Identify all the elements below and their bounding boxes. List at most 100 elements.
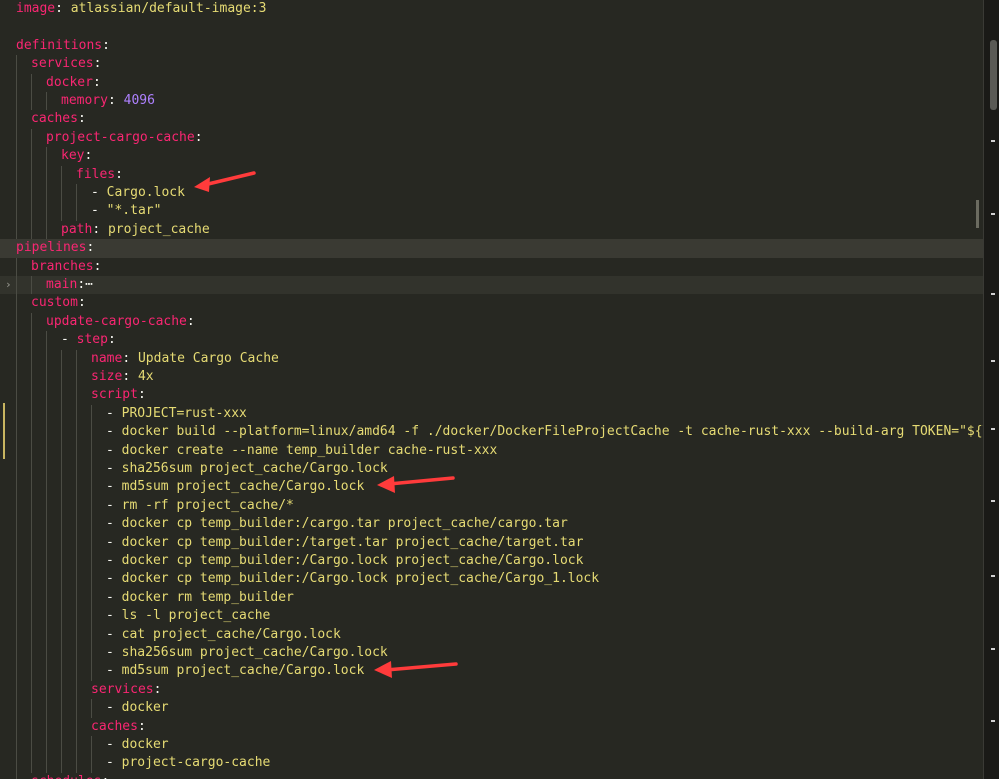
code-line[interactable]: - step: <box>0 331 984 349</box>
code-line[interactable]: path: project_cache <box>0 221 984 239</box>
code-token: - <box>106 645 122 660</box>
code-token: caches <box>31 111 78 127</box>
code-line[interactable]: definitions: <box>0 37 984 55</box>
scroll-marker <box>976 200 979 228</box>
code-token: services <box>31 56 94 72</box>
code-text: - ls -l project_cache <box>106 607 270 625</box>
code-line[interactable]: files: <box>0 166 984 184</box>
code-line[interactable]: pipelines: <box>0 239 984 258</box>
code-line[interactable]: - sha256sum project_cache/Cargo.lock <box>0 644 984 662</box>
code-token: image <box>16 1 56 16</box>
code-line[interactable]: - sha256sum project_cache/Cargo.lock <box>0 460 984 478</box>
indent-guide <box>76 349 77 773</box>
code-line[interactable]: - md5sum project_cache/Cargo.lock <box>0 662 984 680</box>
code-token: : <box>115 166 123 182</box>
code-token: PROJECT=rust-xxx <box>121 405 247 421</box>
indent-guide <box>91 736 92 773</box>
code-token: path <box>61 221 93 237</box>
code-line[interactable]: schedules: <box>0 773 984 779</box>
code-text: path: project_cache <box>61 221 210 239</box>
code-line[interactable]: script: <box>0 386 984 404</box>
indent-guide <box>31 128 32 240</box>
code-token: caches <box>91 718 138 734</box>
code-line[interactable]: - rm -rf project_cache/* <box>0 497 984 515</box>
code-text: update-cargo-cache: <box>46 313 195 331</box>
code-token: "*.tar" <box>106 203 162 219</box>
code-line[interactable]: name: Update Cargo Cache <box>0 350 984 368</box>
code-line[interactable]: - docker rm temp_builder <box>0 589 984 607</box>
code-line[interactable] <box>0 18 984 36</box>
code-text: - docker rm temp_builder <box>106 589 294 607</box>
code-text: - docker cp temp_builder:/Cargo.lock pro… <box>106 552 583 570</box>
code-line[interactable]: - docker cp temp_builder:/target.tar pro… <box>0 534 984 552</box>
code-line[interactable]: - ls -l project_cache <box>0 607 984 625</box>
code-line[interactable]: update-cargo-cache: <box>0 313 984 331</box>
code-line[interactable]: docker: <box>0 74 984 92</box>
code-token: sha256sum project_cache/Cargo.lock <box>121 645 388 660</box>
code-token: docker cp temp_builder:/Cargo.lock proje… <box>121 571 600 587</box>
code-line[interactable]: › main:⋯ <box>0 276 984 295</box>
code-line[interactable]: branches: <box>0 258 984 276</box>
code-line[interactable]: size: 4x <box>0 368 984 386</box>
code-line[interactable]: caches: <box>0 110 984 128</box>
red-arrow-icon <box>377 476 455 493</box>
code-line[interactable]: custom: <box>0 294 984 312</box>
code-line[interactable]: - md5sum project_cache/Cargo.lock <box>0 478 984 496</box>
code-token: - <box>106 663 122 679</box>
strip-mark <box>991 500 995 502</box>
code-token: key <box>61 148 85 164</box>
code-token: 4x <box>137 369 154 384</box>
code-token: : <box>102 37 110 53</box>
code-token: script <box>91 387 138 403</box>
code-line[interactable]: - Cargo.lock <box>0 184 984 202</box>
code-token: services <box>91 681 154 697</box>
code-line[interactable]: image: atlassian/default-image:3 <box>0 0 984 18</box>
code-text: - md5sum project_cache/Cargo.lock <box>106 478 364 496</box>
code-token: Update Cargo Cache <box>137 350 279 366</box>
code-token: : <box>92 74 101 90</box>
code-line[interactable]: services: <box>0 55 984 73</box>
code-line[interactable]: - docker create --name temp_builder cach… <box>0 442 984 460</box>
code-line[interactable]: - cat project_cache/Cargo.lock <box>0 626 984 644</box>
code-token: project-cargo-cache <box>46 129 195 145</box>
code-token: - <box>91 203 107 219</box>
code-token: : <box>107 93 124 108</box>
indent-guide <box>46 92 47 111</box>
code-token: project_cache <box>107 221 210 237</box>
code-token: : <box>77 111 86 127</box>
code-token: name <box>91 350 123 366</box>
fold-chevron-icon[interactable]: › <box>5 276 12 294</box>
code-token: - <box>106 553 122 568</box>
code-token: : <box>122 350 138 366</box>
code-line[interactable]: project-cargo-cache: <box>0 129 984 147</box>
code-line[interactable]: key: <box>0 147 984 165</box>
code-token: Cargo.lock <box>106 185 185 200</box>
indent-guide <box>91 404 92 681</box>
code-text: - docker cp temp_builder:/target.tar pro… <box>106 534 583 552</box>
code-line[interactable]: services: <box>0 681 984 699</box>
code-line[interactable]: - "*.tar" <box>0 202 984 220</box>
code-token: - <box>106 479 122 495</box>
strip-mark <box>991 575 995 577</box>
code-text: services: <box>91 681 161 699</box>
code-line[interactable]: - PROJECT=rust-xxx <box>0 405 984 423</box>
code-line[interactable]: - docker cp temp_builder:/Cargo.lock pro… <box>0 552 984 570</box>
code-line[interactable]: - project-cargo-cache <box>0 754 984 772</box>
code-line[interactable]: - docker cp temp_builder:/Cargo.lock pro… <box>0 570 984 588</box>
code-line[interactable]: - docker build --platform=linux/amd64 -f… <box>0 423 984 441</box>
code-line[interactable]: caches: <box>0 718 984 736</box>
code-line[interactable]: - docker cp temp_builder:/cargo.tar proj… <box>0 515 984 533</box>
code-token: - <box>106 516 122 532</box>
scrollbar-thumb[interactable] <box>990 40 997 110</box>
code-token: : <box>101 774 109 779</box>
code-text: docker: <box>46 74 101 92</box>
code-token: - <box>106 571 122 587</box>
code-token: cat project_cache/Cargo.lock <box>121 626 341 642</box>
code-line[interactable]: memory: 4096 <box>0 92 984 110</box>
code-line[interactable]: - docker <box>0 736 984 754</box>
code-editor[interactable]: image: atlassian/default-image:3 definiti… <box>0 0 984 779</box>
code-text: image: atlassian/default-image:3 <box>16 0 266 18</box>
code-line[interactable]: - docker <box>0 699 984 717</box>
red-arrow-icon <box>194 171 256 192</box>
code-token: - <box>106 626 122 642</box>
